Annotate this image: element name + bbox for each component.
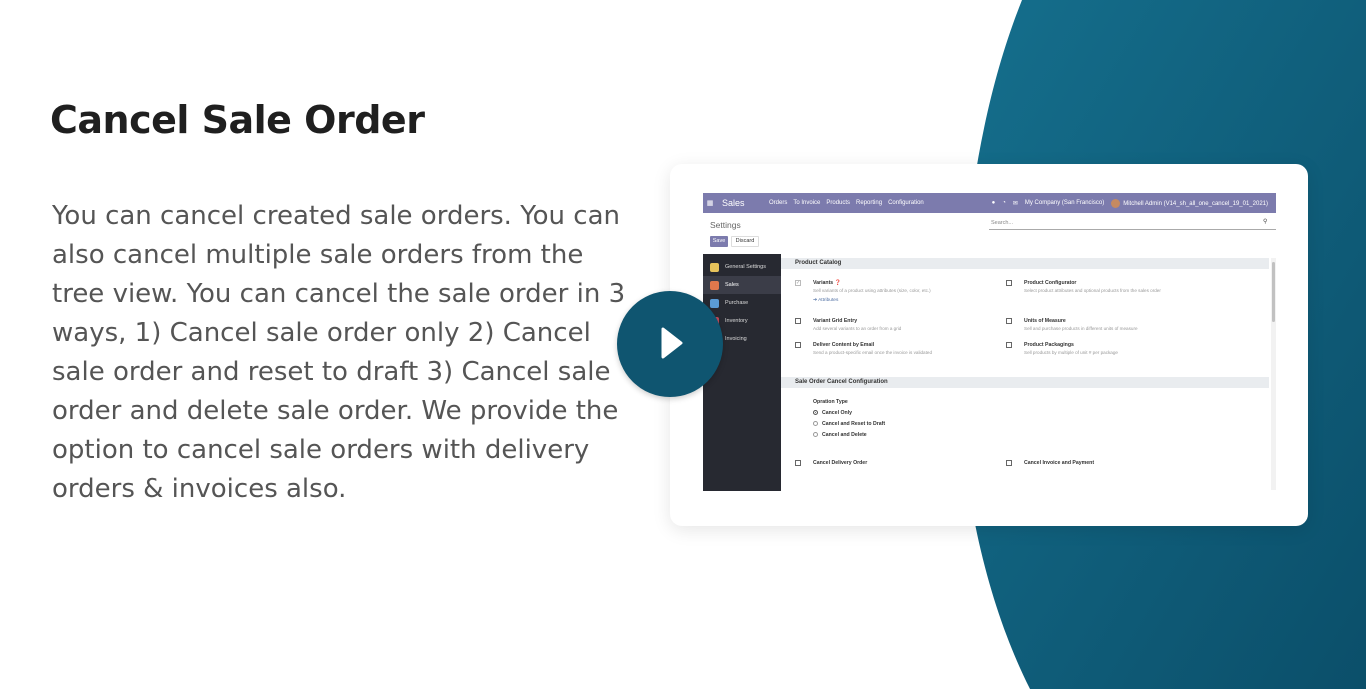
play-icon bbox=[661, 327, 683, 359]
discard-button[interactable]: Discard bbox=[731, 236, 759, 247]
breadcrumb: Settings bbox=[710, 220, 741, 230]
setting-label: Product Configurator bbox=[1024, 280, 1077, 286]
radio-button[interactable] bbox=[813, 432, 818, 438]
sidebar-item-label: General Settings bbox=[725, 264, 766, 270]
setting-label: Cancel Delivery Order bbox=[813, 460, 868, 466]
help-icon[interactable]: ❓ bbox=[835, 280, 841, 286]
radio-cancel-reset-draft[interactable]: Cancel and Reset to Draft bbox=[813, 421, 885, 427]
deliver-email-checkbox[interactable] bbox=[795, 342, 801, 348]
units-checkbox[interactable] bbox=[1006, 318, 1012, 324]
radio-cancel-only[interactable]: Cancel Only bbox=[813, 410, 852, 416]
setting-label: Product Packagings bbox=[1024, 342, 1074, 348]
section-header-cancel-config: Sale Order Cancel Configuration bbox=[781, 377, 1269, 388]
menu-to-invoice[interactable]: To Invoice bbox=[793, 200, 820, 206]
attributes-link[interactable]: ➔ Attributes bbox=[813, 298, 838, 303]
company-switcher[interactable]: My Company (San Francisco) bbox=[1025, 200, 1104, 206]
bug-icon[interactable]: ● bbox=[992, 200, 996, 206]
chat-icon[interactable]: ✉ bbox=[1013, 200, 1018, 207]
top-navbar: ▦ Sales Orders To Invoice Products Repor… bbox=[703, 193, 1276, 213]
app-brand[interactable]: Sales bbox=[722, 198, 769, 208]
setting-label: Units of Measure bbox=[1024, 318, 1066, 324]
setting-hint: Sell products by multiple of unit # per … bbox=[1024, 350, 1118, 355]
main-menu: Orders To Invoice Products Reporting Con… bbox=[769, 200, 924, 206]
cancel-delivery-checkbox[interactable] bbox=[795, 460, 801, 466]
section-header-product-catalog: Product Catalog bbox=[781, 258, 1269, 269]
menu-reporting[interactable]: Reporting bbox=[856, 200, 882, 206]
menu-orders[interactable]: Orders bbox=[769, 200, 787, 206]
save-button[interactable]: Save bbox=[710, 236, 728, 247]
purchase-icon bbox=[710, 298, 719, 308]
sidebar-item-purchase[interactable]: Purchase bbox=[703, 294, 781, 312]
settings-content: Product Catalog ✓ Variants ❓ Sell varian… bbox=[781, 254, 1276, 491]
page-description: You can cancel created sale orders. You … bbox=[52, 201, 626, 504]
setting-label: Deliver Content by Email bbox=[813, 342, 875, 348]
user-name: Mitchell Admin (V14_sh_all_one_cancel_19… bbox=[1123, 200, 1268, 207]
sidebar-item-general-settings[interactable]: General Settings bbox=[703, 258, 781, 276]
navbar-systray: ● ◔ ✉ My Company (San Francisco) Mitchel… bbox=[992, 198, 1276, 208]
packagings-checkbox[interactable] bbox=[1006, 342, 1012, 348]
menu-products[interactable]: Products bbox=[826, 200, 850, 206]
radio-button[interactable] bbox=[813, 421, 818, 427]
sidebar-item-label: Sales bbox=[725, 282, 739, 288]
setting-hint: Add several variants to an order from a … bbox=[813, 326, 902, 331]
setting-label: Variant Grid Entry bbox=[813, 318, 858, 324]
grid-icon[interactable]: ▦ bbox=[703, 199, 717, 207]
setting-hint: Select product attributes and optional p… bbox=[1024, 288, 1161, 293]
operation-type-label: Opration Type bbox=[813, 399, 848, 405]
sidebar-item-label: Purchase bbox=[725, 300, 749, 306]
odoo-screenshot: ▦ Sales Orders To Invoice Products Repor… bbox=[703, 193, 1276, 491]
screenshot-card: ▦ Sales Orders To Invoice Products Repor… bbox=[670, 164, 1308, 526]
radio-cancel-delete[interactable]: Cancel and Delete bbox=[813, 432, 867, 438]
setting-hint: Send a product-specific email once the i… bbox=[813, 350, 932, 355]
setting-label: Cancel Invoice and Payment bbox=[1024, 460, 1095, 466]
settings-sidebar: General Settings Sales Purchase Inventor… bbox=[703, 254, 781, 491]
sidebar-item-label: Inventory bbox=[725, 318, 748, 324]
sales-icon bbox=[710, 280, 719, 290]
cancel-invoice-checkbox[interactable] bbox=[1006, 460, 1012, 466]
search-icon[interactable]: ⚲ bbox=[1263, 218, 1267, 225]
avatar bbox=[1111, 198, 1121, 208]
settings-icon bbox=[710, 262, 719, 272]
product-configurator-checkbox[interactable] bbox=[1006, 280, 1012, 286]
scrollbar[interactable] bbox=[1271, 258, 1276, 490]
setting-hint: Sell and purchase products in different … bbox=[1024, 326, 1138, 331]
sidebar-item-sales[interactable]: Sales bbox=[703, 276, 781, 294]
sidebar-item-label: Invoicing bbox=[725, 336, 747, 342]
play-button[interactable] bbox=[617, 291, 723, 397]
user-menu[interactable]: Mitchell Admin (V14_sh_all_one_cancel_19… bbox=[1111, 198, 1268, 208]
page-title: Cancel Sale Order bbox=[50, 98, 425, 142]
variant-grid-checkbox[interactable] bbox=[795, 318, 801, 324]
menu-configuration[interactable]: Configuration bbox=[888, 200, 924, 206]
clock-icon[interactable]: ◔ bbox=[1002, 200, 1006, 206]
setting-hint: Sell variants of a product using attribu… bbox=[813, 288, 931, 293]
variants-checkbox[interactable]: ✓ bbox=[795, 280, 801, 286]
scrollbar-thumb[interactable] bbox=[1272, 262, 1275, 322]
setting-label: Variants ❓ bbox=[813, 280, 842, 286]
search-input[interactable]: Search... bbox=[989, 218, 1276, 230]
radio-button[interactable] bbox=[813, 410, 818, 416]
